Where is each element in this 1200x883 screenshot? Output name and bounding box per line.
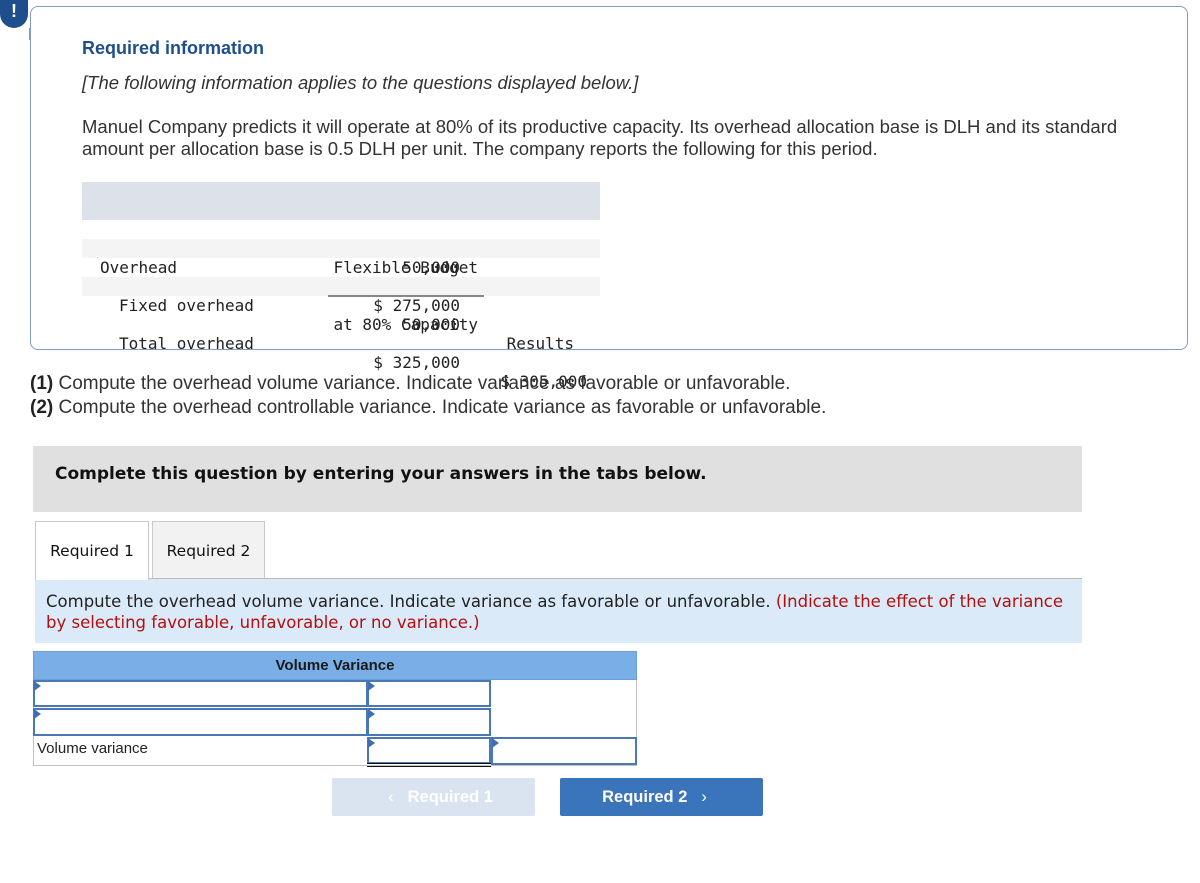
question-prompt: Compute the overhead volume variance. In… [35,579,1082,643]
row-label: Total overhead [119,334,254,353]
chevron-left-icon: ‹ [388,788,394,806]
question-2: (2) Compute the overhead controllable va… [30,396,827,418]
next-button-label: Required 2 [602,788,688,806]
tab-required-1[interactable]: Required 1 [35,521,149,580]
required-information-subtitle: [The following information applies to th… [82,72,639,93]
required-information-title: Required information [82,38,265,58]
double-underline [367,763,491,767]
prompt-text: Compute the overhead volume variance. In… [46,592,776,611]
tab-required-2[interactable]: Required 2 [152,521,265,579]
row-2-amount-input[interactable] [367,708,491,736]
row-1-amount-input[interactable] [367,680,491,707]
alert-connector [29,28,31,40]
problem-description: Manuel Company predicts it will operate … [82,116,1118,159]
volume-variance-label: Volume variance [37,740,148,757]
overhead-data-table: Flexible Budget at 80% Capacity Actual R… [82,182,600,391]
chevron-right-icon: › [701,788,707,806]
flexible-value: $ 325,000 [373,353,460,372]
table-row: Overhead [82,239,600,277]
subtotal-rule [328,295,484,297]
volume-variance-effect-dropdown[interactable] [491,737,637,765]
table-header-row: Flexible Budget at 80% Capacity Actual R… [82,182,600,353]
volume-variance-amount-input[interactable] [367,737,491,764]
question-1: (1) Compute the overhead volume variance… [30,373,791,394]
next-required-2-button[interactable]: Required 2 › [560,778,763,816]
question-list: (1) Compute the overhead volume variance… [30,372,826,419]
table-row: Variable overhead $ 275,000 [82,258,600,315]
volume-variance-table: Volume Variance Volume variance [33,651,637,767]
table-row: Fixed overhead 50,000 [82,277,600,334]
prev-required-1-button[interactable]: ‹ Required 1 [332,778,535,816]
alert-icon: ! [0,0,28,28]
row-1-label-dropdown[interactable] [33,680,368,707]
flexible-value: 50,000 [402,315,460,334]
prev-button-label: Required 1 [407,788,493,806]
instruction-banner: Complete this question by entering your … [33,446,1082,512]
table-row: Production (in units) 50,000 44,000 [82,220,600,296]
volume-variance-header: Volume Variance [33,651,637,680]
table-row: Total overhead $ 325,000 $ 305,000 [82,295,600,391]
instruction-text: Complete this question by entering your … [55,464,707,484]
row-2-label-dropdown[interactable] [33,708,368,736]
